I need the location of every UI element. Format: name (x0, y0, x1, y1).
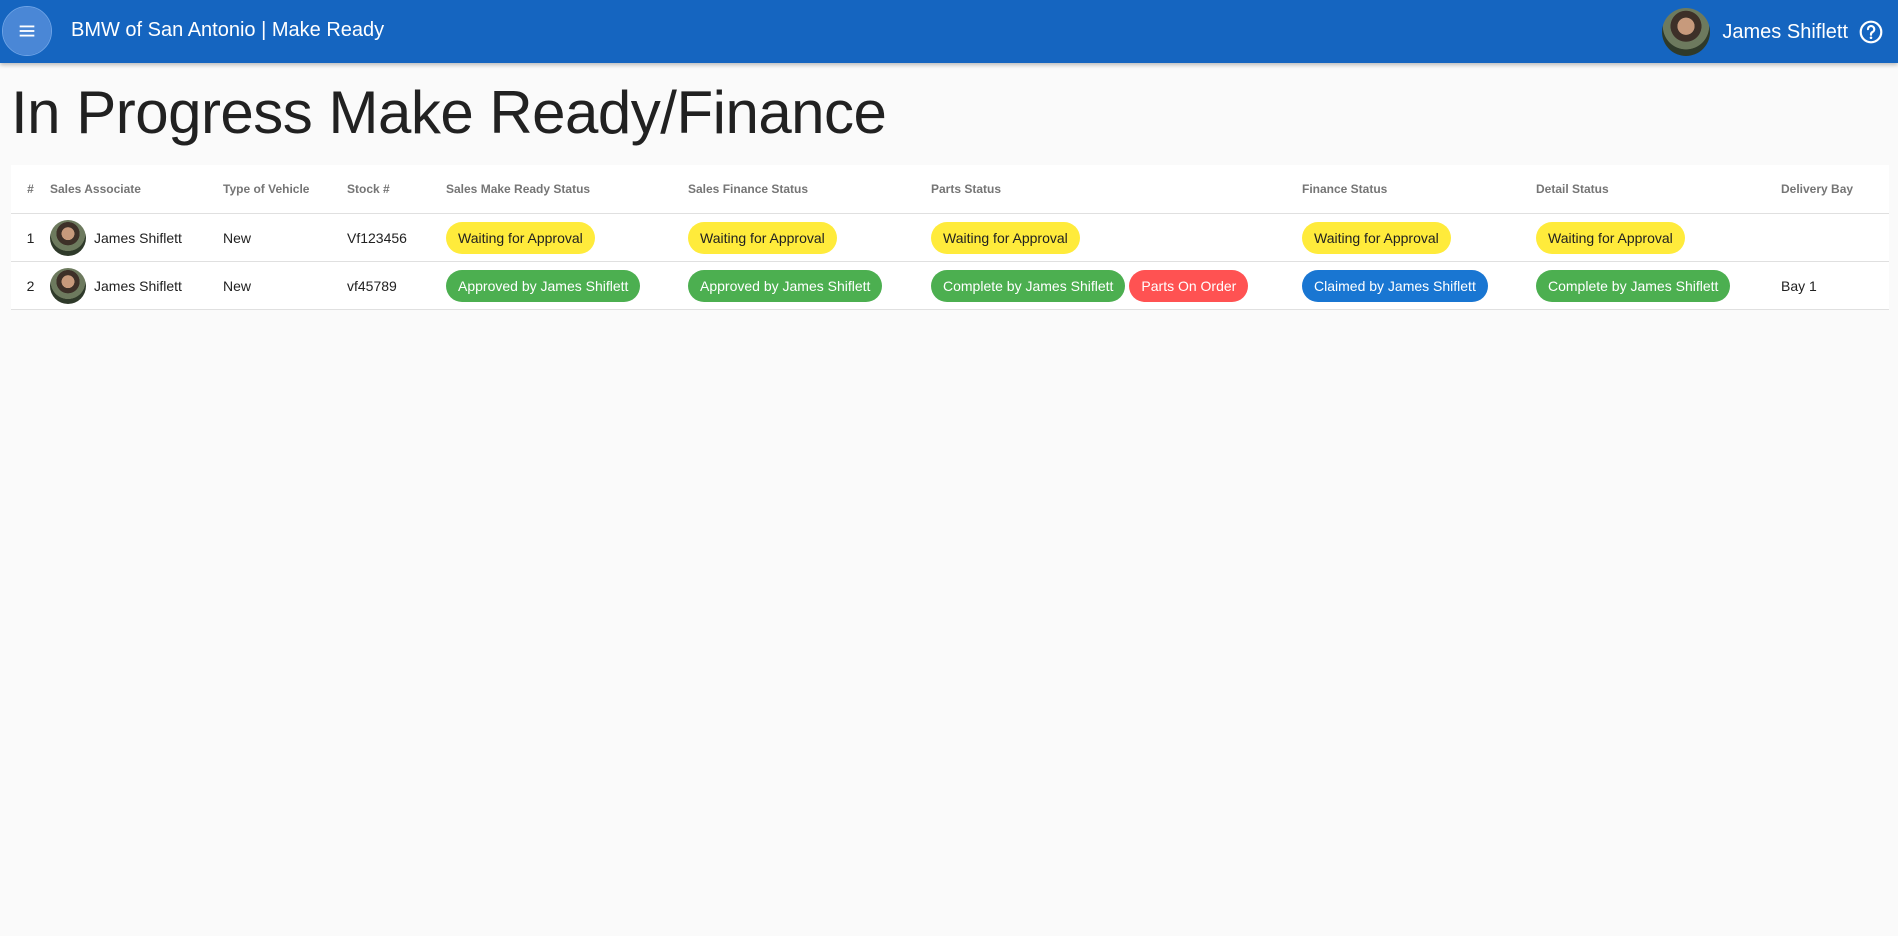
table-row[interactable]: 2 James Shiflett New vf45789 Approved by… (11, 261, 1889, 310)
table-header-row: # Sales Associate Type of Vehicle Stock … (11, 165, 1889, 214)
finance-status-chip[interactable]: Claimed by James Shiflett (1302, 269, 1488, 302)
make-ready-status-chip[interactable]: Waiting for Approval (446, 221, 595, 254)
vehicle-type-cell: New (223, 261, 347, 310)
row-number: 1 (11, 213, 50, 262)
page-title: In Progress Make Ready/Finance (11, 79, 887, 146)
app-bar: BMW of San Antonio | Make Ready James Sh… (0, 0, 1898, 63)
header-detail-status[interactable]: Detail Status (1536, 165, 1781, 214)
row-number: 2 (11, 261, 50, 310)
make-ready-status-cell: Waiting for Approval (446, 213, 688, 262)
delivery-bay-cell: Bay 1 (1781, 261, 1889, 310)
associate-avatar (50, 267, 86, 304)
header-sales-associate[interactable]: Sales Associate (50, 165, 223, 214)
header-finance-status[interactable]: Finance Status (1302, 165, 1536, 214)
header-stock[interactable]: Stock # (347, 165, 446, 214)
finance-status-chip[interactable]: Waiting for Approval (1302, 221, 1451, 254)
parts-status-cell: Waiting for Approval (931, 213, 1302, 262)
user-name: James Shiflett (1722, 20, 1848, 43)
parts-status-chip[interactable]: Waiting for Approval (931, 221, 1080, 254)
make-ready-status-chip[interactable]: Approved by James Shiflett (446, 269, 641, 302)
associate-avatar (50, 219, 86, 256)
sales-finance-status-chip[interactable]: Waiting for Approval (688, 221, 837, 254)
detail-status-chip[interactable]: Waiting for Approval (1536, 221, 1685, 254)
associate-name: James Shiflett (94, 277, 182, 294)
vehicle-type-cell: New (223, 213, 347, 262)
sales-finance-status-chip[interactable]: Approved by James Shiflett (688, 269, 883, 302)
delivery-bay-cell (1781, 213, 1889, 262)
parts-status-cell: Complete by James Shiflett Parts On Order (931, 261, 1302, 310)
sales-associate-cell: James Shiflett (50, 261, 223, 310)
header-type-of-vehicle[interactable]: Type of Vehicle (223, 165, 347, 214)
finance-status-cell: Waiting for Approval (1302, 213, 1536, 262)
menu-icon (19, 25, 35, 37)
header-num[interactable]: # (11, 165, 50, 214)
associate-name: James Shiflett (94, 229, 182, 246)
stock-number-cell: vf45789 (347, 261, 446, 310)
finance-status-cell: Claimed by James Shiflett (1302, 261, 1536, 310)
menu-button[interactable] (2, 6, 52, 56)
app-title: BMW of San Antonio | Make Ready (71, 19, 385, 41)
detail-status-cell: Waiting for Approval (1536, 213, 1781, 262)
stock-number-cell: Vf123456 (347, 213, 446, 262)
sales-finance-status-cell: Waiting for Approval (688, 213, 931, 262)
make-ready-table: # Sales Associate Type of Vehicle Stock … (11, 165, 1889, 310)
header-sales-make-ready-status[interactable]: Sales Make Ready Status (446, 165, 688, 214)
help-icon[interactable] (1858, 19, 1884, 45)
header-sales-finance-status[interactable]: Sales Finance Status (688, 165, 931, 214)
sales-associate-cell: James Shiflett (50, 213, 223, 262)
sales-finance-status-cell: Approved by James Shiflett (688, 261, 931, 310)
user-avatar[interactable] (1662, 8, 1711, 56)
header-delivery-bay[interactable]: Delivery Bay (1781, 165, 1889, 214)
user-menu[interactable]: James Shiflett (1662, 8, 1848, 56)
table-row[interactable]: 1 James Shiflett New Vf123456 Waiting fo… (11, 213, 1889, 262)
parts-status-chip[interactable]: Complete by James Shiflett (931, 269, 1126, 302)
header-parts-status[interactable]: Parts Status (931, 165, 1302, 214)
parts-on-order-chip[interactable]: Parts On Order (1129, 269, 1249, 302)
detail-status-cell: Complete by James Shiflett (1536, 261, 1781, 310)
make-ready-status-cell: Approved by James Shiflett (446, 261, 688, 310)
detail-status-chip[interactable]: Complete by James Shiflett (1536, 269, 1731, 302)
